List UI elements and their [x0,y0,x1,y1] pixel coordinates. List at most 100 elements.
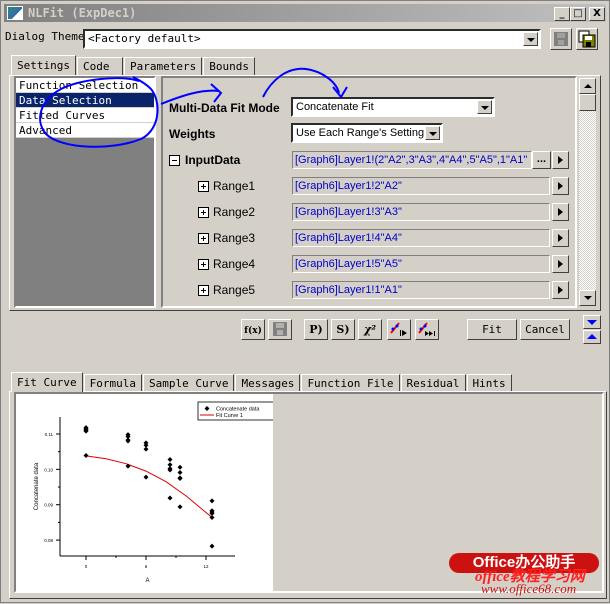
weights-label: Weights [169,127,216,141]
data-point [143,474,149,480]
y-tick-label: 0.10 [44,467,53,472]
chi-square-button[interactable]: χ² [358,319,382,340]
input-data-menu-button[interactable] [552,151,569,169]
expand-icon[interactable] [198,207,209,218]
tab-formula[interactable]: Formula [83,374,142,392]
legend-label-data: Concatenate data [216,407,260,413]
save-theme-button[interactable] [550,28,572,50]
one-iteration-button[interactable] [387,319,411,340]
collapse-icon[interactable] [169,155,180,166]
range1-menu-button[interactable] [552,177,569,195]
tree-item-advanced[interactable]: Advanced [16,123,154,138]
watermark-url: www.office68.com [481,581,577,596]
range5-field[interactable]: [Graph6]Layer1!1"A1" [292,281,550,299]
expand-icon[interactable] [198,259,209,270]
init-params-button[interactable]: P) [304,319,328,340]
nlfit-dialog: NLFit (ExpDec1) _ □ X Dialog Theme <Fact… [0,0,610,603]
expand-bottom-button[interactable] [583,330,601,344]
expand-icon[interactable] [198,285,209,296]
input-data-label: InputData [185,153,241,167]
range5-menu-button[interactable] [552,281,569,299]
weights-select[interactable]: Use Each Range's Setting [291,123,443,143]
data-point [177,476,183,482]
tree-item-function-selection[interactable]: Function Selection [16,78,154,93]
data-point [167,495,173,501]
tab-sample-curve[interactable]: Sample Curve [142,374,235,392]
fit-curve-line [85,455,213,518]
tab-function-file[interactable]: Function File [301,374,400,392]
watermark: Office办公助手 office教程学习网 www.office68.com [445,553,605,599]
collapse-bottom-button[interactable] [583,315,601,329]
minimize-button[interactable]: _ [554,7,570,21]
fit-button[interactable]: Fit [467,319,517,340]
x-tick-label: 0 [85,564,88,569]
range2-menu-button[interactable] [552,203,569,221]
tree-item-data-selection[interactable]: Data Selection [16,93,154,108]
scroll-up-button[interactable] [579,78,596,94]
y-tick-label: 0.09 [44,503,53,508]
range3-field[interactable]: [Graph6]Layer1!4"A4" [292,229,550,247]
chevron-down-icon[interactable] [523,32,538,46]
title-bar[interactable]: NLFit (ExpDec1) _ □ X [4,4,606,22]
range4-menu-button[interactable] [552,255,569,273]
range5-label: Range5 [213,283,256,297]
legend-label-fit: Fit Curve 1 [216,413,243,419]
function-builder-button[interactable]: f(x) [241,319,265,340]
window-title: NLFit (ExpDec1) [28,6,137,20]
chevron-down-icon[interactable] [477,100,492,114]
range2-label: Range2 [213,205,256,219]
tab-hints[interactable]: Hints [466,374,512,392]
range3-label: Range3 [213,231,256,245]
x-axis-label: A [145,578,149,584]
graph-page: 0.08 0.09 0.10 0.11 0 6 12 A Concatenate data Co… [16,394,277,591]
weights-value: Use Each Range's Setting [296,127,425,139]
range1-field[interactable]: [Graph6]Layer1!2"A2" [292,177,550,195]
function-builder-icon: f(x) [244,326,262,336]
tab-parameters[interactable]: Parameters [123,57,203,75]
tab-messages[interactable]: Messages [235,374,301,392]
scroll-down-button[interactable] [579,290,596,306]
dialog-theme-select[interactable]: <Factory default> [83,29,541,49]
data-point [143,446,149,452]
settings-tree: Function Selection Data Selection Fitted… [14,76,156,308]
save-icon [273,322,287,336]
tree-item-fitted-curves[interactable]: Fitted Curves [16,108,154,123]
data-selection-grid: Multi-Data Fit Mode Concatenate Fit Weig… [161,76,577,308]
range2-field[interactable]: [Graph6]Layer1!3"A3" [292,203,550,221]
cancel-button[interactable]: Cancel [520,319,570,340]
tab-bounds[interactable]: Bounds [203,57,255,75]
range4-label: Range4 [213,257,256,271]
browse-button[interactable]: ... [532,151,551,169]
chi-square-icon: χ² [363,323,377,336]
chevron-down-icon[interactable] [425,126,440,140]
grid-scrollbar[interactable] [579,78,596,306]
output-tabs: Fit Curve Formula Sample Curve Messages … [11,372,513,392]
tab-code[interactable]: Code [76,57,123,75]
tab-settings[interactable]: Settings [11,55,76,75]
one-iteration-icon [390,322,407,336]
data-point [167,456,173,462]
expand-icon[interactable] [198,233,209,244]
scroll-thumb[interactable] [579,94,596,111]
save-theme-as-button[interactable] [576,28,598,50]
data-point [177,470,183,476]
simplex-button[interactable]: S) [331,319,355,340]
data-point [83,453,89,459]
expand-icon[interactable] [198,181,209,192]
range3-menu-button[interactable] [552,229,569,247]
tab-residual[interactable]: Residual [400,374,466,392]
close-button[interactable]: X [589,7,605,21]
fit-until-converged-button[interactable] [415,319,439,340]
data-point [177,464,183,470]
y-tick-label: 0.08 [44,538,53,543]
settings-tabs: Settings Code Parameters Bounds [11,55,256,75]
save-button[interactable] [268,319,292,340]
fit-mode-select[interactable]: Concatenate Fit [291,97,495,117]
x-tick-label: 6 [145,564,148,569]
floppy-disk-copy-icon [578,30,596,48]
fit-until-converged-icon [418,322,435,336]
range4-field[interactable]: [Graph6]Layer1!5"A5" [292,255,550,273]
input-data-field[interactable]: [Graph6]Layer1!(2"A2",3"A3",4"A4",5"A5",… [292,151,532,169]
tab-fit-curve[interactable]: Fit Curve [11,372,83,392]
maximize-button[interactable]: □ [570,7,586,21]
